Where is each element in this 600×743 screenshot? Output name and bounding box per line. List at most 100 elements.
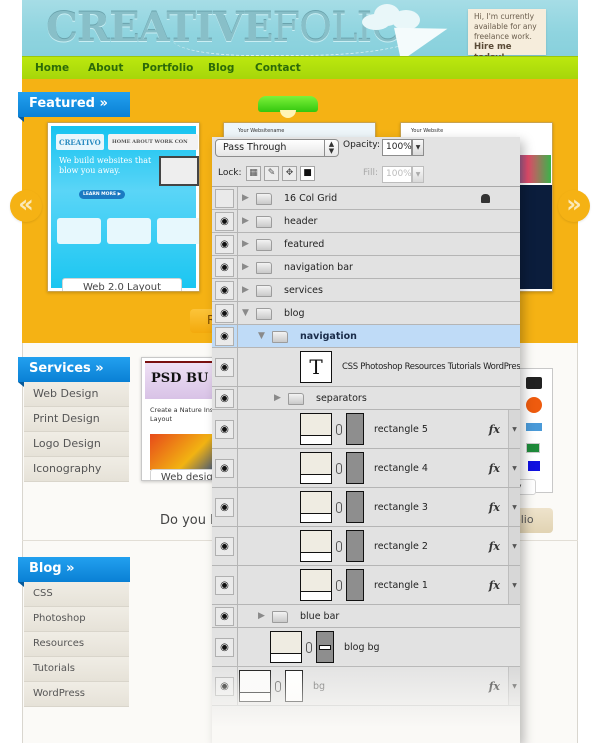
layer-row[interactable]: ◉ ▶ navigation bar bbox=[212, 256, 520, 279]
effects-expand-toggle[interactable]: ▼ bbox=[508, 449, 520, 487]
collapsed-triangle-icon[interactable]: ▶ bbox=[242, 216, 249, 226]
layer-effects-icon[interactable]: fx bbox=[489, 680, 500, 693]
hire-me-link[interactable]: Hire me today! bbox=[474, 42, 540, 56]
visibility-eye-icon[interactable]: ◉ bbox=[215, 537, 234, 556]
layer-row[interactable]: ◉ ▶ featured bbox=[212, 233, 520, 256]
services-item[interactable]: Logo Design bbox=[24, 432, 129, 457]
link-chain-icon[interactable] bbox=[336, 501, 342, 513]
visibility-eye-icon[interactable]: ◉ bbox=[215, 258, 234, 277]
effects-expand-toggle[interactable]: ▼ bbox=[508, 410, 520, 448]
link-chain-icon[interactable] bbox=[336, 423, 342, 435]
layer-effects-icon[interactable]: fx bbox=[489, 462, 500, 475]
fill-input[interactable]: 100% bbox=[382, 166, 412, 183]
layer-name: featured bbox=[284, 238, 325, 250]
link-chain-icon[interactable] bbox=[336, 462, 342, 474]
next-arrow-button[interactable]: » bbox=[558, 190, 590, 222]
effects-expand-toggle[interactable]: ▼ bbox=[508, 566, 520, 604]
visibility-eye-icon[interactable]: ◉ bbox=[215, 327, 234, 346]
visibility-eye-icon[interactable]: ◉ bbox=[215, 358, 234, 377]
collapsed-triangle-icon[interactable]: ▶ bbox=[242, 285, 249, 295]
visibility-eye-icon[interactable]: ◉ bbox=[215, 607, 234, 626]
visibility-eye-icon[interactable]: ◉ bbox=[215, 212, 234, 231]
blog-category-item[interactable]: CSS bbox=[24, 582, 129, 607]
services-title: Services » bbox=[29, 361, 104, 376]
link-chain-icon[interactable] bbox=[306, 641, 312, 653]
link-chain-icon[interactable] bbox=[336, 579, 342, 591]
fill-dropdown-button[interactable]: ▼ bbox=[412, 166, 424, 183]
site-logo[interactable]: CREATIVEFOLIO bbox=[46, 4, 404, 51]
blog-category-item[interactable]: Resources bbox=[24, 632, 129, 657]
visibility-eye-icon[interactable]: ◉ bbox=[215, 677, 234, 696]
visibility-eye-icon[interactable]: ◉ bbox=[215, 235, 234, 254]
services-item[interactable]: Print Design bbox=[24, 407, 129, 432]
visibility-eye-icon[interactable]: ◉ bbox=[215, 189, 234, 208]
layer-row[interactable]: ◉ ▶ blue bar bbox=[212, 605, 520, 628]
visibility-eye-icon[interactable]: ◉ bbox=[215, 420, 234, 439]
collapsed-triangle-icon[interactable]: ▶ bbox=[242, 239, 249, 249]
layers-list: ◉ ▶ 16 Col Grid ◉ ▶ header ◉ ▶ featured ◉ ▶ navigat… bbox=[212, 187, 520, 706]
nav-blog[interactable]: Blog bbox=[208, 62, 234, 74]
layer-row[interactable]: ◉ bg fx ▼ bbox=[212, 667, 520, 706]
visibility-eye-icon[interactable]: ◉ bbox=[215, 459, 234, 478]
collapsed-triangle-icon[interactable]: ▶ bbox=[258, 611, 265, 621]
layer-row[interactable]: ◉ rectangle 1 fx ▼ bbox=[212, 566, 520, 605]
link-chain-icon[interactable] bbox=[336, 540, 342, 552]
effects-expand-toggle[interactable]: ▼ bbox=[508, 527, 520, 565]
expanded-triangle-icon[interactable]: ▼ bbox=[242, 308, 249, 318]
visibility-eye-icon[interactable]: ◉ bbox=[215, 281, 234, 300]
layer-row[interactable]: ◉ ▶ header bbox=[212, 210, 520, 233]
nav-home[interactable]: Home bbox=[35, 62, 69, 74]
layer-row[interactable]: ◉ rectangle 5 fx ▼ bbox=[212, 410, 520, 449]
availability-note[interactable]: Hi, I'm currently available for any free… bbox=[468, 9, 546, 56]
nav-contact[interactable]: Contact bbox=[255, 62, 301, 74]
layer-effects-icon[interactable]: fx bbox=[489, 540, 500, 553]
folder-icon bbox=[288, 392, 304, 405]
layer-row[interactable]: ◉ ▶ separators bbox=[212, 387, 520, 410]
services-item[interactable]: Iconography bbox=[24, 457, 129, 482]
visibility-eye-icon[interactable]: ◉ bbox=[215, 498, 234, 517]
lock-position-icon[interactable]: ✥ bbox=[282, 166, 297, 181]
visibility-eye-icon[interactable]: ◉ bbox=[215, 389, 234, 408]
layer-row[interactable]: ◉ ▼ blog bbox=[212, 302, 520, 325]
layer-row[interactable]: ◉ ▶ 16 Col Grid bbox=[212, 187, 520, 210]
collapsed-triangle-icon[interactable]: ▶ bbox=[274, 393, 281, 403]
visibility-eye-icon[interactable]: ◉ bbox=[215, 576, 234, 595]
layer-row[interactable]: ◉ T CSS Photoshop Resources Tutorials Word… bbox=[212, 348, 520, 387]
layer-effects-icon[interactable]: fx bbox=[489, 579, 500, 592]
opacity-input[interactable]: 100% bbox=[382, 139, 412, 156]
blog-category-item[interactable]: Photoshop bbox=[24, 607, 129, 632]
prev-arrow-button[interactable]: « bbox=[10, 190, 42, 222]
layer-name: rectangle 2 bbox=[374, 540, 428, 552]
layer-row[interactable]: ◉ blog bg bbox=[212, 628, 520, 667]
nav-about[interactable]: About bbox=[88, 62, 123, 74]
expanded-triangle-icon[interactable]: ▼ bbox=[258, 331, 265, 341]
collapsed-triangle-icon[interactable]: ▶ bbox=[242, 262, 249, 272]
blend-mode-select[interactable]: Pass Through ▲ ▼ bbox=[215, 139, 339, 157]
featured-thumb-web20[interactable]: CREATIVO HOME ABOUT WORK CON We build we… bbox=[47, 122, 200, 292]
layer-row[interactable]: ◉ rectangle 3 fx ▼ bbox=[212, 488, 520, 527]
collapsed-triangle-icon[interactable]: ▶ bbox=[242, 193, 249, 203]
services-item[interactable]: Web Design bbox=[24, 382, 129, 407]
link-chain-icon[interactable] bbox=[275, 680, 281, 692]
blog-category-item[interactable]: WordPress bbox=[24, 682, 129, 707]
services-thumb-web-design[interactable]: PSD BU Create a Nature Insp Layout Web d… bbox=[141, 357, 221, 481]
layer-effects-icon[interactable]: fx bbox=[489, 501, 500, 514]
effects-expand-toggle[interactable]: ▼ bbox=[508, 667, 520, 705]
nav-portfolio[interactable]: Portfolio bbox=[142, 62, 193, 74]
chevron-left-icon: « bbox=[18, 190, 34, 218]
layer-name: rectangle 4 bbox=[374, 462, 428, 474]
layer-row[interactable]: ◉ ▼ navigation bbox=[212, 325, 520, 348]
layer-row[interactable]: ◉ ▶ services bbox=[212, 279, 520, 302]
lock-transparency-icon[interactable]: ▦ bbox=[246, 166, 261, 181]
visibility-eye-icon[interactable]: ◉ bbox=[215, 638, 234, 657]
layer-effects-icon[interactable]: fx bbox=[489, 423, 500, 436]
layer-row[interactable]: ◉ rectangle 4 fx ▼ bbox=[212, 449, 520, 488]
lock-image-pixels-icon[interactable]: ✎ bbox=[264, 166, 279, 181]
opacity-dropdown-button[interactable]: ▼ bbox=[412, 139, 424, 156]
visibility-eye-icon[interactable]: ◉ bbox=[215, 304, 234, 323]
blog-category-item[interactable]: Tutorials bbox=[24, 657, 129, 682]
main-nav: Home About Portfolio Blog Contact bbox=[22, 56, 578, 79]
lock-all-icon[interactable]: ■ bbox=[300, 166, 315, 181]
effects-expand-toggle[interactable]: ▼ bbox=[508, 488, 520, 526]
layer-row[interactable]: ◉ rectangle 2 fx ▼ bbox=[212, 527, 520, 566]
